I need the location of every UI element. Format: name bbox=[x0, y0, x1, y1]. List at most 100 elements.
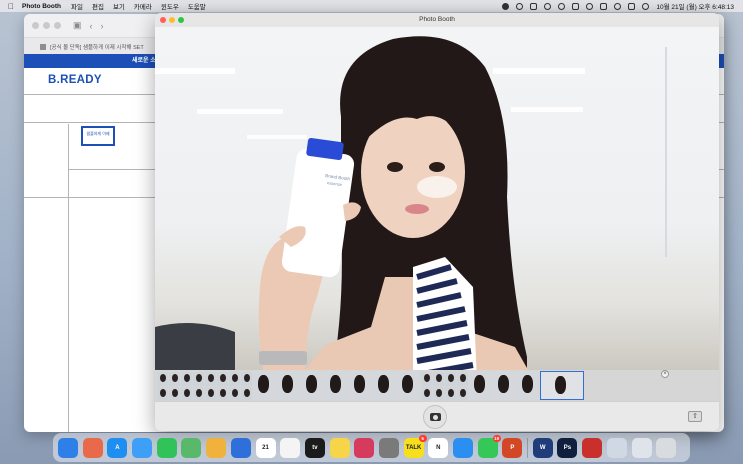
thumbnail[interactable] bbox=[468, 371, 491, 400]
thumbnail[interactable] bbox=[445, 387, 456, 401]
thumbnail[interactable] bbox=[241, 387, 252, 401]
thumbnail[interactable] bbox=[372, 371, 395, 400]
thumbnail[interactable] bbox=[433, 387, 444, 401]
menu-window[interactable]: 윈도우 bbox=[161, 1, 179, 11]
selected-thumbnail[interactable] bbox=[540, 371, 584, 400]
product-thumbnail[interactable]: 샘플하게 이제 bbox=[81, 126, 115, 146]
menu-view[interactable]: 보기 bbox=[113, 1, 125, 11]
back-icon[interactable]: ‹ bbox=[90, 21, 93, 31]
thumbnail[interactable] bbox=[193, 387, 204, 401]
take-photo-button[interactable] bbox=[423, 405, 447, 429]
window-zoom-button[interactable] bbox=[54, 22, 61, 29]
dock: A 21 tv TALK 5 N 19 P W Ps bbox=[53, 433, 690, 462]
photos-icon[interactable] bbox=[206, 437, 227, 458]
facetime-icon[interactable] bbox=[156, 437, 177, 458]
app-store-icon[interactable]: A bbox=[107, 437, 128, 458]
close-button[interactable] bbox=[160, 17, 166, 23]
thumbnail[interactable] bbox=[193, 372, 204, 386]
thumbnail[interactable] bbox=[457, 387, 468, 401]
thumbnail[interactable] bbox=[169, 387, 180, 401]
thumbnail-group[interactable] bbox=[204, 371, 252, 401]
photo-strip[interactable] bbox=[155, 370, 719, 401]
thumbnail[interactable] bbox=[229, 387, 240, 401]
menu-file[interactable]: 파일 bbox=[71, 1, 83, 11]
thumbnail[interactable] bbox=[157, 387, 168, 401]
powerpoint-icon[interactable]: P bbox=[502, 437, 523, 458]
apple-menu-icon[interactable]:  bbox=[0, 2, 22, 11]
thumbnail[interactable] bbox=[433, 372, 444, 386]
tab-title: [공식 몰 단독] 샘플하게 이제 시작해 SET bbox=[50, 45, 144, 51]
delete-thumbnail-icon[interactable]: × bbox=[661, 370, 669, 378]
thumbnail-group[interactable] bbox=[420, 371, 468, 401]
zoom-button[interactable] bbox=[178, 17, 184, 23]
apple-tv-icon[interactable]: tv bbox=[304, 437, 325, 458]
thumbnail[interactable] bbox=[276, 371, 299, 400]
site-logo[interactable]: B.READY bbox=[48, 74, 102, 86]
sidebar-icon[interactable]: ▣ bbox=[73, 20, 82, 31]
thumbnail[interactable] bbox=[300, 371, 323, 400]
thumbnail[interactable] bbox=[252, 371, 275, 400]
thumbnail[interactable] bbox=[516, 371, 539, 400]
messages-icon[interactable]: 19 bbox=[477, 434, 501, 458]
thumbnail[interactable] bbox=[421, 372, 432, 386]
window-close-button[interactable] bbox=[32, 22, 39, 29]
notes-icon[interactable] bbox=[329, 437, 350, 458]
thumbnail[interactable] bbox=[205, 372, 216, 386]
thumbnail[interactable] bbox=[241, 372, 252, 386]
minimize-button[interactable] bbox=[169, 17, 175, 23]
menu-camera[interactable]: 카메라 bbox=[134, 1, 152, 11]
thumbnail[interactable] bbox=[217, 387, 228, 401]
thumbnail[interactable] bbox=[457, 372, 468, 386]
input-source-icon[interactable] bbox=[572, 2, 580, 10]
record-icon[interactable] bbox=[502, 2, 510, 10]
thumbnail[interactable] bbox=[205, 387, 216, 401]
thumbnail[interactable] bbox=[169, 372, 180, 386]
launchpad-icon[interactable] bbox=[82, 437, 103, 458]
thumbnail[interactable] bbox=[445, 372, 456, 386]
safari-icon[interactable] bbox=[453, 437, 473, 458]
thumbnail[interactable] bbox=[217, 372, 228, 386]
mail-icon[interactable] bbox=[132, 437, 153, 458]
control-center-icon[interactable] bbox=[628, 2, 636, 10]
thumbnail[interactable] bbox=[229, 372, 240, 386]
thumbnail-group[interactable] bbox=[156, 371, 204, 401]
downloads-icon[interactable] bbox=[631, 437, 652, 458]
photoshop-icon[interactable]: Ps bbox=[557, 437, 578, 458]
window-minimize-button[interactable] bbox=[43, 22, 50, 29]
menu-edit[interactable]: 편집 bbox=[92, 1, 104, 11]
menu-app-name[interactable]: Photo Booth bbox=[22, 3, 61, 10]
preview-icon[interactable] bbox=[354, 437, 375, 458]
system-settings-icon[interactable] bbox=[378, 437, 399, 458]
thumbnail[interactable] bbox=[421, 387, 432, 401]
reminders-icon[interactable] bbox=[280, 437, 301, 458]
menu-help[interactable]: 도움말 bbox=[188, 1, 206, 11]
search-icon[interactable] bbox=[614, 2, 622, 10]
wifi-icon[interactable] bbox=[586, 2, 594, 10]
thumbnail[interactable] bbox=[348, 371, 371, 400]
calendar-icon[interactable]: 21 bbox=[255, 437, 276, 458]
clock-status-icon[interactable] bbox=[544, 2, 552, 10]
maps-icon[interactable] bbox=[181, 437, 202, 458]
thumbnail[interactable] bbox=[324, 371, 347, 400]
webex-icon[interactable]: W bbox=[532, 437, 553, 458]
battery-icon[interactable] bbox=[600, 2, 608, 10]
keynote-icon[interactable] bbox=[230, 437, 251, 458]
screen-share-icon[interactable] bbox=[516, 2, 524, 10]
photo-booth-icon[interactable] bbox=[582, 437, 603, 458]
share-button[interactable]: ⇧ bbox=[688, 411, 702, 422]
finder-icon[interactable] bbox=[58, 437, 78, 458]
kakaotalk-icon[interactable]: TALK 5 bbox=[403, 434, 427, 458]
notion-icon[interactable]: N bbox=[428, 437, 449, 458]
thumbnail[interactable] bbox=[181, 387, 192, 401]
thumbnail[interactable] bbox=[396, 371, 419, 400]
forward-icon[interactable]: › bbox=[101, 21, 104, 31]
trash-icon[interactable] bbox=[656, 437, 677, 458]
thumbnail[interactable] bbox=[157, 372, 168, 386]
thumbnail[interactable] bbox=[492, 371, 515, 400]
menubar-clock[interactable]: 10월 21일 (월) 오후 6:48:13 bbox=[656, 1, 734, 11]
thumbnail[interactable] bbox=[181, 372, 192, 386]
play-icon[interactable] bbox=[558, 2, 566, 10]
siri-icon[interactable] bbox=[642, 2, 650, 10]
notion-status-icon[interactable] bbox=[530, 2, 538, 10]
finder-window-icon[interactable] bbox=[606, 437, 627, 458]
